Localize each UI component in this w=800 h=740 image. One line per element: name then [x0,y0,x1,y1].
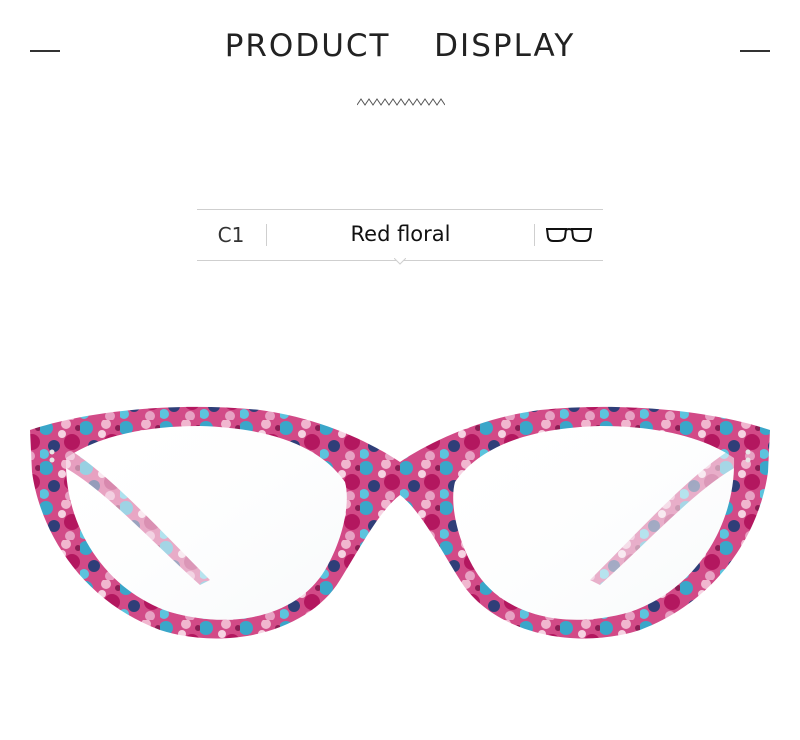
eyeglasses-icon [546,228,592,242]
variant-code: C1 [217,223,245,247]
variant-color-name: Red floral [350,222,451,246]
zigzag-divider-icon [357,98,445,106]
caret-down-icon [394,258,406,265]
divider [534,224,535,246]
color-variant-bar: C1 Red floral [197,209,603,261]
glasses-product-image [30,406,770,639]
page-title: PRODUCT DISPLAY [224,28,576,64]
